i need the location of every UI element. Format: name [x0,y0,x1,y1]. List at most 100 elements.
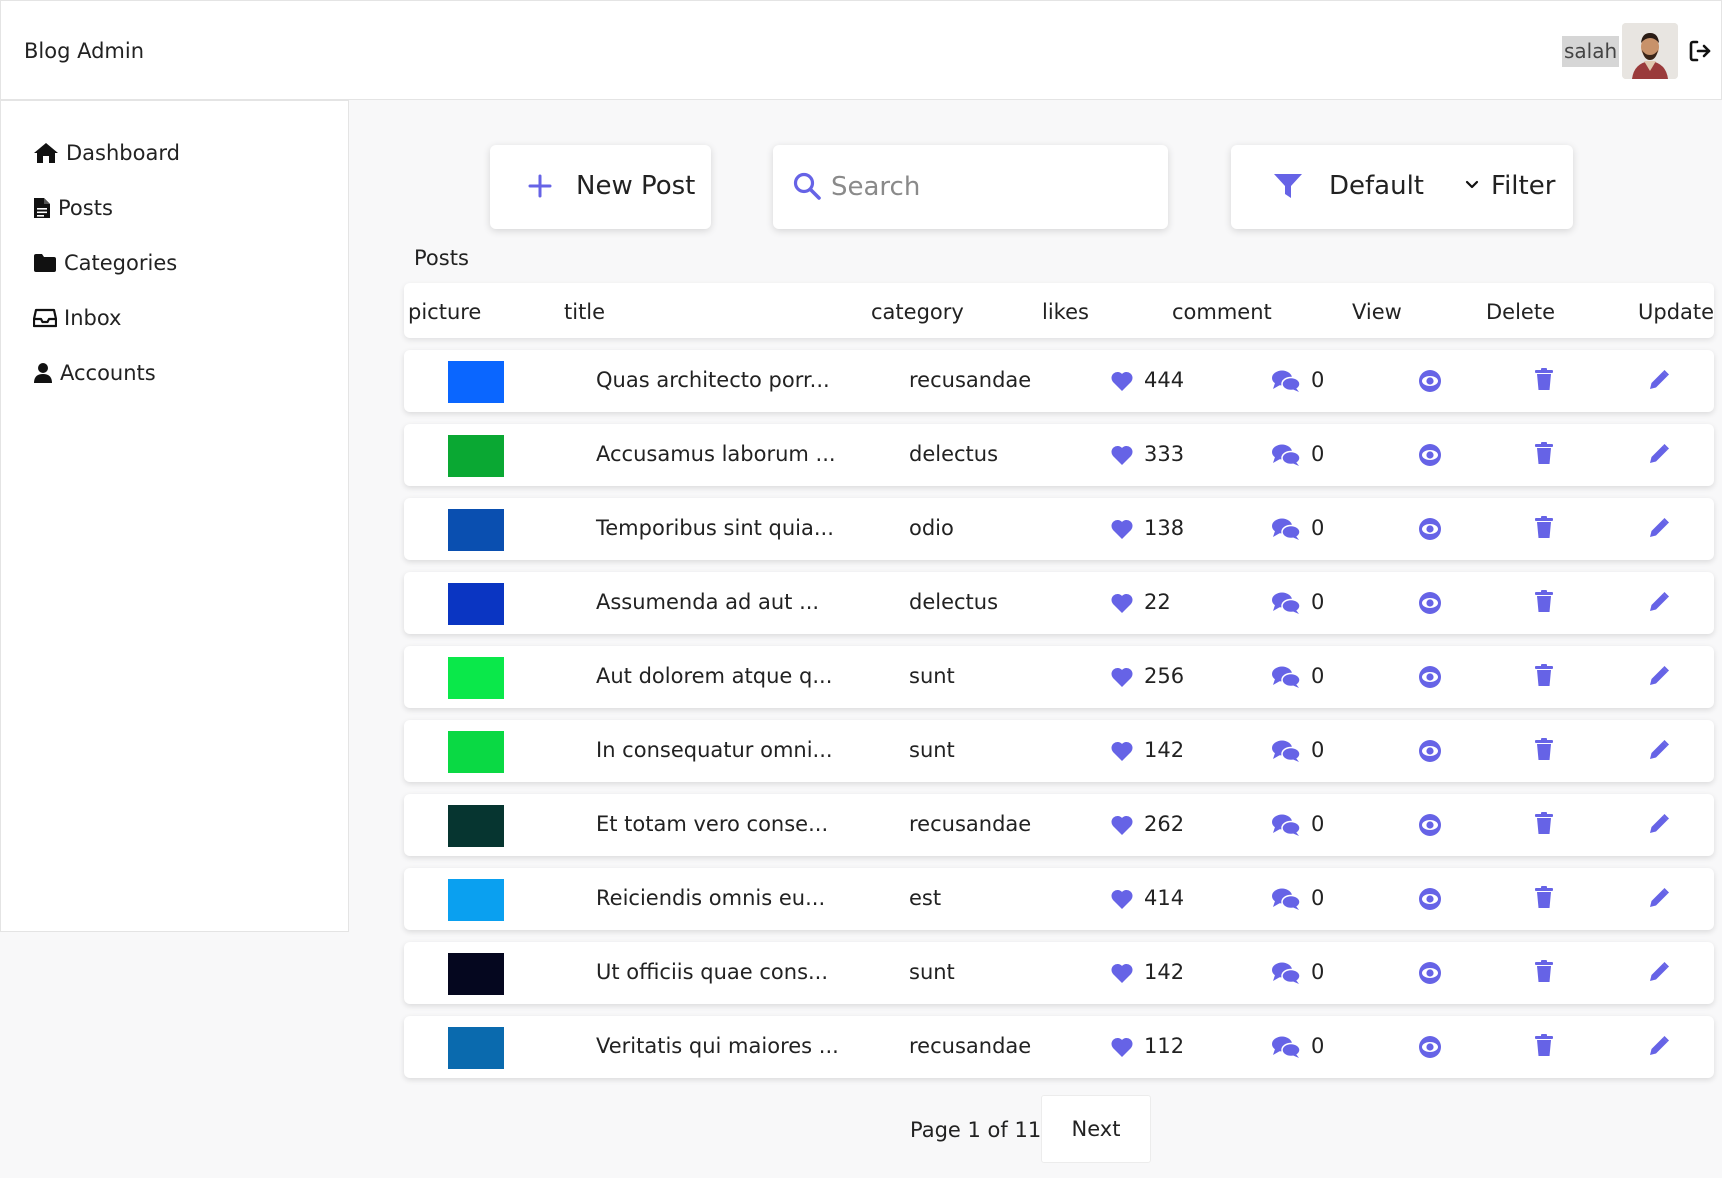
sidebar-item-label: Categories [64,251,178,275]
heart-icon [1111,445,1133,465]
comments-icon [1272,1036,1301,1058]
post-title: Ut officiis quae cons... [596,960,829,984]
post-category: delectus [909,590,999,614]
search-input[interactable] [831,167,1151,207]
pencil-icon[interactable] [1647,812,1671,836]
home-icon [34,143,58,163]
comments-icon [1272,814,1301,836]
trash-icon[interactable] [1534,1033,1554,1057]
post-category: sunt [909,664,955,688]
eye-icon[interactable] [1417,1036,1443,1058]
table-row: Et totam vero conse... recusandae 262 0 [404,794,1714,856]
comments-icon [1272,740,1301,762]
post-thumbnail [448,361,504,403]
pencil-icon[interactable] [1647,886,1671,910]
trash-icon[interactable] [1534,515,1554,539]
column-header-view: View [1352,300,1402,324]
column-header-delete: Delete [1486,300,1555,324]
heart-icon [1111,593,1133,613]
new-post-button[interactable]: New Post [490,145,711,229]
eye-icon[interactable] [1417,666,1443,688]
trash-icon[interactable] [1534,441,1554,465]
sidebar-item-categories[interactable]: Categories [33,248,177,278]
eye-icon[interactable] [1417,814,1443,836]
post-likes: 142 [1144,960,1185,984]
sidebar-item-accounts[interactable]: Accounts [33,358,156,388]
table-row: Accusamus laborum ... delectus 333 0 [404,424,1714,486]
user-icon [34,363,52,383]
user-name[interactable]: salah [1562,36,1620,67]
post-category: recusandae [909,1034,1032,1058]
logout-icon[interactable] [1688,39,1712,63]
table-row: Assumenda ad aut ... delectus 22 0 [404,572,1714,634]
section-title: Posts [414,246,469,270]
sidebar-item-label: Posts [58,196,113,220]
eye-icon[interactable] [1417,740,1443,762]
sidebar-item-label: Inbox [64,306,122,330]
heart-icon [1111,667,1133,687]
comments-icon [1272,666,1301,688]
column-header-title: title [564,300,606,324]
filter-box: Default Filter [1231,145,1573,229]
sidebar-item-label: Accounts [60,361,156,385]
new-post-label: New Post [576,171,696,201]
post-title: Et totam vero conse... [596,812,829,836]
post-thumbnail [448,509,504,551]
post-comments: 0 [1311,368,1325,392]
comments-icon [1272,888,1301,910]
trash-icon[interactable] [1534,885,1554,909]
post-likes: 262 [1144,812,1185,836]
table-row: Reiciendis omnis eu... est 414 0 [404,868,1714,930]
pencil-icon[interactable] [1647,516,1671,540]
trash-icon[interactable] [1534,367,1554,391]
comments-icon [1272,962,1301,984]
trash-icon[interactable] [1534,959,1554,983]
eye-icon[interactable] [1417,888,1443,910]
eye-icon[interactable] [1417,592,1443,614]
post-category: est [909,886,942,910]
sidebar-item-posts[interactable]: Posts [33,193,113,223]
pencil-icon[interactable] [1647,442,1671,466]
brand-title: Blog Admin [24,39,145,63]
post-likes: 22 [1144,590,1171,614]
heart-icon [1111,815,1133,835]
pencil-icon[interactable] [1647,1034,1671,1058]
eye-icon[interactable] [1417,518,1443,540]
post-title: In consequatur omni... [596,738,833,762]
sort-select[interactable]: Default [1329,171,1424,201]
eye-icon[interactable] [1417,370,1443,392]
post-likes: 256 [1144,664,1185,688]
pencil-icon[interactable] [1647,368,1671,392]
sidebar-item-dashboard[interactable]: Dashboard [33,138,180,168]
comments-icon [1272,518,1301,540]
eye-icon[interactable] [1417,444,1443,466]
pencil-icon[interactable] [1647,590,1671,614]
post-thumbnail [448,879,504,921]
trash-icon[interactable] [1534,737,1554,761]
trash-icon[interactable] [1534,811,1554,835]
post-category: odio [909,516,954,540]
trash-icon[interactable] [1534,589,1554,613]
post-title: Temporibus sint quia... [596,516,834,540]
next-page-button[interactable]: Next [1041,1095,1151,1163]
post-category: delectus [909,442,999,466]
post-title: Veritatis qui maiores ... [596,1034,839,1058]
filter-button[interactable]: Filter [1491,171,1555,201]
trash-icon[interactable] [1534,663,1554,687]
sidebar-item-inbox[interactable]: Inbox [33,303,121,333]
post-thumbnail [448,953,504,995]
post-title: Reiciendis omnis eu... [596,886,826,910]
pencil-icon[interactable] [1647,960,1671,984]
comments-icon [1272,592,1301,614]
avatar[interactable] [1622,23,1678,79]
post-category: sunt [909,738,955,762]
comments-icon [1272,444,1301,466]
post-likes: 444 [1144,368,1185,392]
pencil-icon[interactable] [1647,738,1671,762]
chevron-down-icon[interactable] [1465,180,1479,190]
post-thumbnail [448,657,504,699]
post-title: Aut dolorem atque q... [596,664,833,688]
pencil-icon[interactable] [1647,664,1671,688]
table-row: Ut officiis quae cons... sunt 142 0 [404,942,1714,1004]
eye-icon[interactable] [1417,962,1443,984]
